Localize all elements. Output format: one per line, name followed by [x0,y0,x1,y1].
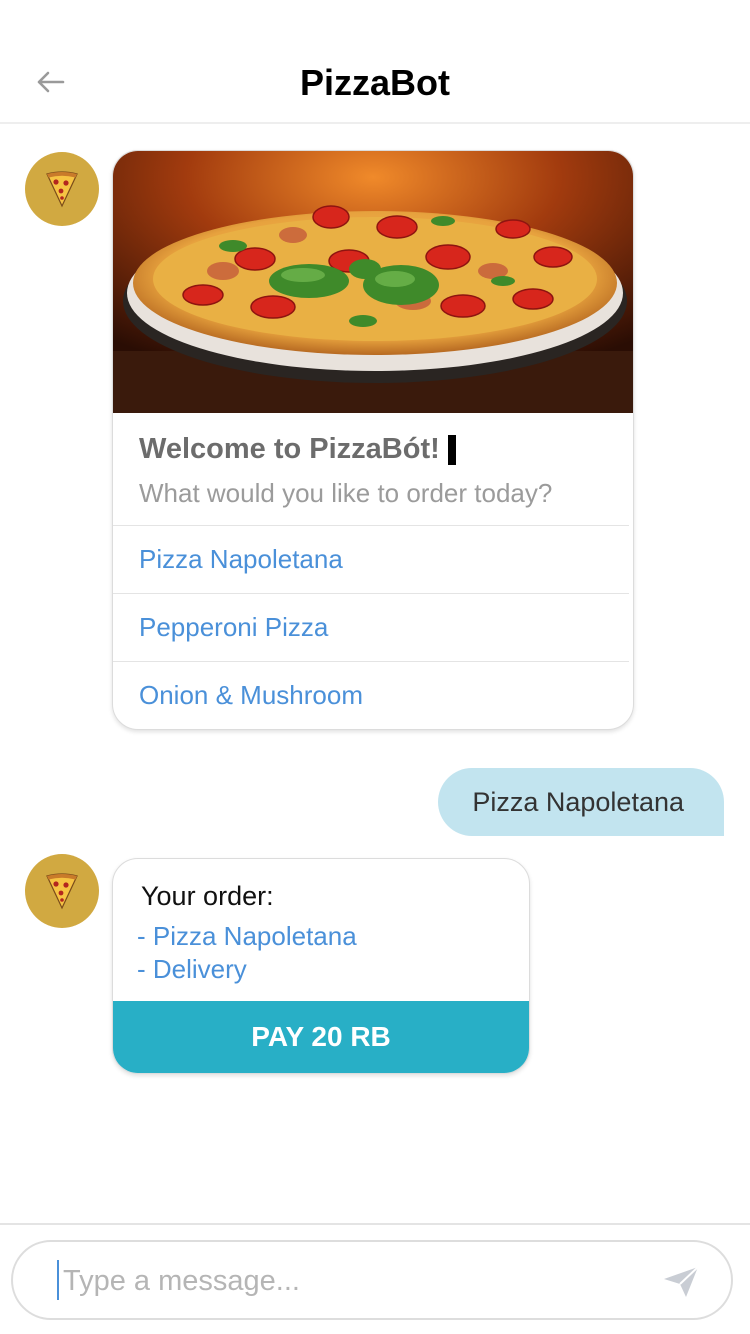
app-header: PizzaBot [0,0,750,124]
welcome-card-body: Welcome to PizzaBót! What would you like… [113,413,633,525]
text-cursor [447,434,456,465]
option-onion-mushroom[interactable]: Onion & Mushroom [113,661,629,729]
bot-avatar [25,152,99,226]
user-message-bubble: Pizza Napoletana [438,768,724,836]
welcome-title-row: Welcome to PizzaBót! [139,433,607,466]
pizza-slice-icon [46,171,78,208]
option-pizza-napoletana[interactable]: Pizza Napoletana [113,525,629,593]
pizza-image [113,151,633,413]
input-caret [57,1260,59,1300]
send-icon [664,1266,699,1297]
user-message-text: Pizza Napoletana [472,786,684,817]
bot-avatar [25,854,99,928]
welcome-card: Welcome to PizzaBót! What would you like… [112,150,634,730]
pay-button[interactable]: PAY 20 RB [113,1001,529,1073]
order-summary-card: Your order: - Pizza Napoletana - Deliver… [112,858,530,1074]
send-button[interactable] [659,1262,703,1302]
order-item: - Pizza Napoletana [137,921,357,951]
message-composer [11,1240,733,1320]
order-summary-body: Your order: - Pizza Napoletana - Deliver… [113,859,529,1003]
welcome-subtitle: What would you like to order today? [139,478,553,508]
page-title: PizzaBot [299,62,450,103]
composer-divider [0,1223,750,1225]
order-item: - Delivery [137,954,247,984]
option-pepperoni-pizza[interactable]: Pepperoni Pizza [113,593,629,661]
message-input[interactable] [61,1250,625,1312]
order-title: Your order: [141,881,274,911]
welcome-title: Welcome to PizzaBót! [139,433,440,465]
pizza-slice-icon [46,873,78,910]
